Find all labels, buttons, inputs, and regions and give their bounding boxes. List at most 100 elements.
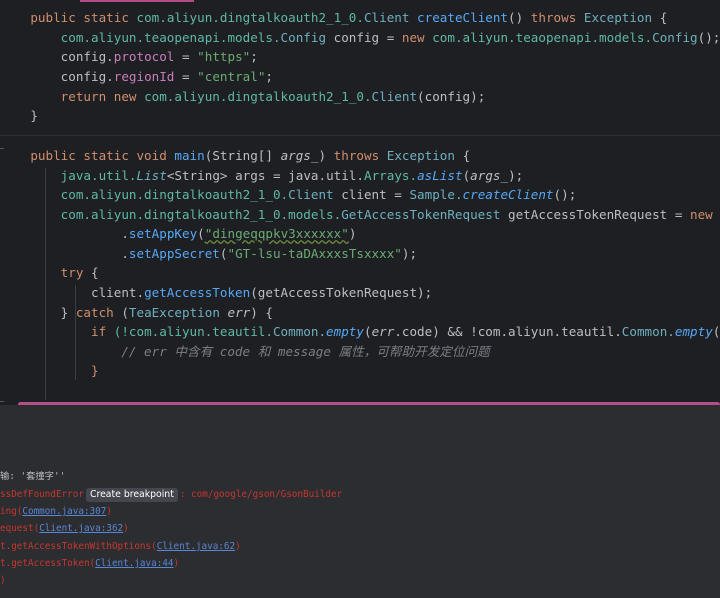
code-line: java.util.List<String> args = java.util.…	[0, 166, 524, 186]
console-line: t.getAccessToken(Client.java:44)	[0, 556, 179, 572]
code-token: args_	[280, 148, 319, 163]
code-token: client =	[341, 187, 410, 202]
code-token: asList	[417, 168, 463, 183]
indent-guide	[75, 285, 76, 325]
code-token: getAccessTokenRequest =	[508, 207, 690, 222]
code-token: =	[174, 49, 198, 64]
code-line: // err 中含有 code 和 message 属性，可帮助开发定位问题	[0, 342, 490, 362]
code-line: config.protocol = "https";	[0, 47, 258, 67]
code-token: new	[401, 30, 433, 45]
code-token: regionId	[113, 69, 175, 84]
code-editor[interactable]: public static com.aliyun.dingtalkoauth2_…	[0, 0, 720, 405]
code-token: createClient	[462, 187, 554, 202]
code-token: .	[0, 246, 129, 261]
code-token: "https"	[197, 49, 251, 64]
code-token: Common.	[272, 324, 327, 339]
code-token: empty	[326, 324, 364, 339]
code-line: com.aliyun.teaopenapi.models.Config conf…	[0, 28, 720, 48]
code-token: (config);	[417, 89, 486, 104]
code-token: {	[454, 148, 471, 163]
console-text: t.getAccessTokenWithOptions(	[0, 541, 157, 552]
code-line: public static void main(String[] args_) …	[0, 146, 470, 166]
gutter-marker	[0, 148, 4, 149]
code-line: }	[0, 361, 99, 381]
code-token: GetAccessTokenRequest	[341, 207, 509, 222]
console-text: 输: '套撞字''	[0, 471, 66, 482]
code-token: ) {	[250, 305, 273, 320]
code-token: getAccessToken	[144, 285, 251, 300]
editor-top-marker	[80, 0, 194, 2]
code-token: args_	[470, 168, 509, 183]
code-line: client.getAccessToken(getAccessTokenRequ…	[0, 283, 432, 303]
code-token: setAppSecret	[128, 246, 220, 261]
code-token: (getAccessTokenRequest);	[250, 285, 433, 300]
code-token: (	[219, 246, 228, 261]
code-token: err	[371, 324, 395, 339]
horizontal-scrollbar[interactable]	[18, 402, 720, 405]
code-token: =	[174, 69, 198, 84]
create-breakpoint-button[interactable]: Create breakpoint	[85, 488, 178, 502]
code-token: catch	[75, 305, 122, 320]
console-output[interactable]: 输: '套撞字'' ssDefFoundError Create breakpoin…	[0, 408, 720, 598]
console-line: 输: '套撞字''	[0, 469, 65, 485]
code-token: {	[91, 265, 99, 280]
code-token: (!com.aliyun.teautil.	[113, 324, 273, 339]
code-token: message	[277, 344, 331, 359]
code-token: args = java.util.	[235, 168, 364, 183]
code-token: Common.	[621, 324, 675, 339]
code-token: return new	[0, 89, 145, 104]
code-token: com.aliyun.teaopenapi.models.	[432, 30, 653, 45]
indent-guide	[75, 325, 76, 380]
stack-trace-link[interactable]: Client.java:44	[95, 558, 173, 569]
console-text: ing(	[0, 506, 23, 517]
code-token: (	[121, 305, 129, 320]
code-token: protocol	[113, 49, 175, 64]
code-token: List	[136, 168, 167, 183]
code-token: }	[0, 305, 76, 320]
code-line: }	[0, 106, 38, 126]
console-line: t.getAccessTokenWithOptions(Client.java:…	[0, 539, 241, 555]
code-token: Exception	[583, 10, 653, 25]
indent-guide	[45, 168, 46, 400]
code-line: com.aliyun.dingtalkoauth2_1_0.Client cli…	[0, 185, 577, 205]
console-line: ing(Common.java:307)	[0, 504, 112, 520]
code-token: (	[197, 226, 205, 241]
console-text: )	[0, 575, 6, 586]
stack-trace-link[interactable]: Common.java:307	[22, 506, 106, 517]
code-token: );	[508, 168, 524, 183]
code-token: .	[0, 226, 129, 241]
code-token: err	[227, 305, 251, 320]
code-token: com.aliyun.teaopenapi.models.	[0, 30, 281, 45]
code-token: java.util.	[0, 168, 137, 183]
code-line: com.aliyun.dingtalkoauth2_1_0.models.Get…	[0, 205, 720, 225]
code-token: setAppKey	[128, 226, 198, 241]
code-line: public static com.aliyun.dingtalkoauth2_…	[0, 8, 667, 28]
console-text: ssDefFoundError	[0, 489, 84, 500]
code-token: config.	[0, 69, 114, 84]
stack-trace-link[interactable]: Client.java:62	[157, 541, 235, 552]
code-token: )	[348, 226, 357, 241]
code-token: if	[0, 324, 114, 339]
code-token: )	[318, 148, 334, 163]
console-text: equest(	[0, 523, 40, 534]
code-line: .setAppSecret("GT-lsu-taDAxxxsTsxxxx");	[0, 244, 417, 264]
console-line: equest(Client.java:362)	[0, 521, 129, 537]
code-token: Config	[652, 30, 698, 45]
code-token: 属性，可帮助开发定位问题	[330, 344, 490, 359]
code-line: try {	[0, 263, 99, 283]
code-token: .code) && !com.aliyun.teautil.	[394, 324, 622, 339]
code-token: ();	[553, 187, 577, 202]
console-text: )	[173, 558, 180, 569]
code-token: ;	[265, 69, 273, 84]
code-token: "central"	[197, 69, 266, 84]
code-token: createClient	[417, 10, 509, 25]
code-line: config.regionId = "central";	[0, 67, 273, 87]
code-token: com.aliyun.dingtalkoauth2_1_0.	[0, 187, 289, 202]
code-token: public static void	[0, 148, 175, 163]
stack-trace-link[interactable]: Client.java:362	[39, 523, 123, 534]
code-token: com.aliyun.dingtalkoauth2_1_0.	[144, 89, 372, 104]
code-token: Arrays.	[363, 168, 418, 183]
code-token: Exception	[386, 148, 455, 163]
console-text: )	[235, 541, 241, 552]
code-token: ;	[250, 49, 258, 64]
